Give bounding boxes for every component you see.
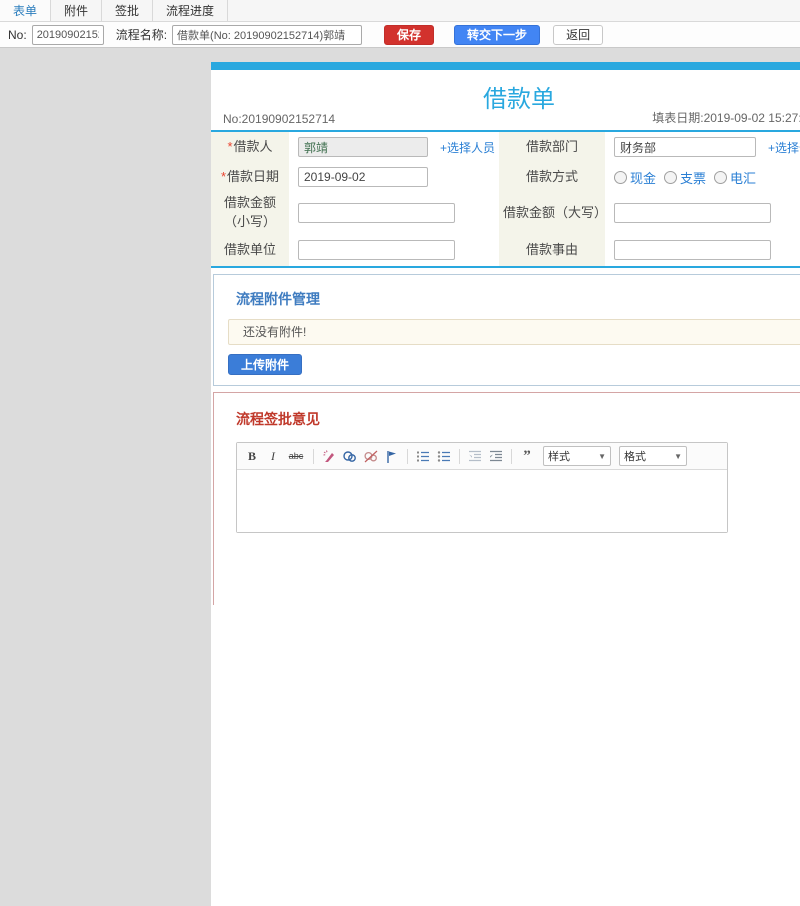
loan-unit-field xyxy=(289,234,499,266)
ordered-list-icon[interactable] xyxy=(415,448,431,464)
toolbar-separator xyxy=(313,448,314,464)
borrower-label: *借款人 xyxy=(211,132,289,162)
no-input[interactable] xyxy=(31,24,104,45)
signoff-heading: 流程签批意见 xyxy=(236,411,320,427)
tab-bar: 表单 附件 签批 流程进度 xyxy=(0,0,800,22)
tab-progress[interactable]: 流程进度 xyxy=(153,0,229,21)
amount-small-field xyxy=(289,192,499,234)
style-select-value: 样式 xyxy=(548,451,570,463)
doc-number: No:20190902152714 xyxy=(223,112,336,126)
select-person-link[interactable]: +选择人员 xyxy=(440,139,495,156)
amount-big-field xyxy=(605,192,800,234)
loan-reason-label: 借款事由 xyxy=(499,234,605,266)
loan-reason-field xyxy=(605,234,800,266)
required-mark: * xyxy=(227,138,233,154)
loan-date-label: *借款日期 xyxy=(211,162,289,192)
select-dept-link[interactable]: +选择部门 xyxy=(768,139,800,156)
method-label: 借款方式 xyxy=(499,162,605,192)
attachments-heading: 流程附件管理 xyxy=(236,291,320,307)
toolbar-separator xyxy=(511,448,512,464)
radio-cash-circle[interactable] xyxy=(614,170,627,184)
rich-text-editor: B I abc ” 样式 ▼ 格式 ▼ xyxy=(236,442,728,533)
action-toolbar: No: 流程名称: 保存 转交下一步 返回 xyxy=(0,22,800,48)
radio-wire-label: 电汇 xyxy=(730,170,757,186)
toolbar-separator xyxy=(407,448,408,464)
required-mark: * xyxy=(220,168,227,184)
signoff-section: 流程签批意见 B I abc ” 样式 ▼ 格式 ▼ xyxy=(213,392,800,605)
loan-date-input[interactable] xyxy=(298,167,428,187)
attachments-section: 流程附件管理 还没有附件! 上传附件 xyxy=(213,274,800,386)
editor-toolbar: B I abc ” 样式 ▼ 格式 ▼ xyxy=(237,443,727,470)
anchor-flag-icon[interactable] xyxy=(384,448,400,464)
amount-big-label: 借款金额（大写） xyxy=(499,192,607,234)
format-select-value: 格式 xyxy=(624,451,646,463)
tab-approval[interactable]: 签批 xyxy=(102,0,154,21)
bold-icon[interactable]: B xyxy=(244,448,260,464)
next-step-button[interactable]: 转交下一步 xyxy=(454,24,541,45)
tab-attachment[interactable]: 附件 xyxy=(51,0,103,21)
tab-form-label: 表单 xyxy=(13,4,38,18)
loan-unit-input[interactable] xyxy=(298,240,455,260)
flow-name-label: 流程名称: xyxy=(115,28,168,42)
radio-cash[interactable]: 现金 xyxy=(614,168,656,187)
loan-date-field xyxy=(289,162,499,192)
remove-format-icon[interactable] xyxy=(321,448,337,464)
back-button[interactable]: 返回 xyxy=(553,24,604,45)
loan-unit-label: 借款单位 xyxy=(211,234,289,266)
tab-form[interactable]: 表单 xyxy=(0,0,52,21)
style-select[interactable]: 样式 ▼ xyxy=(543,446,611,466)
loan-form-grid: *借款人 +选择人员 借款部门 +选择部门 *借款日期 借款方式 现金 支票 电… xyxy=(211,132,800,268)
method-field: 现金 支票 电汇 xyxy=(605,162,800,192)
dept-field: +选择部门 xyxy=(605,132,800,162)
save-button[interactable]: 保存 xyxy=(384,24,435,45)
no-attachments-alert: 还没有附件! xyxy=(228,319,800,345)
tab-attachment-label: 附件 xyxy=(64,4,89,18)
dept-input[interactable] xyxy=(614,137,756,157)
upload-attachment-button[interactable]: 上传附件 xyxy=(228,354,303,375)
toolbar-separator xyxy=(459,448,460,464)
radio-cheque-circle[interactable] xyxy=(664,170,678,184)
strikethrough-icon[interactable]: abc xyxy=(286,448,306,464)
amount-small-input[interactable] xyxy=(298,203,455,223)
form-title: 借款单 xyxy=(483,86,555,113)
dept-label: 借款部门 xyxy=(499,132,605,162)
fill-date: 填表日期:2019-09-02 15:27:14 xyxy=(652,111,800,125)
bullet-list-icon[interactable] xyxy=(436,448,452,464)
editor-content-area[interactable] xyxy=(237,470,727,532)
form-panel: 借款单 No:20190902152714 填表日期:2019-09-02 15… xyxy=(211,62,800,906)
radio-cash-label: 现金 xyxy=(630,170,657,186)
borrower-input[interactable] xyxy=(298,137,428,157)
no-label: No: xyxy=(8,27,27,42)
flow-name-input[interactable] xyxy=(172,24,363,45)
tab-approval-label: 签批 xyxy=(115,4,140,18)
indent-icon[interactable] xyxy=(488,448,504,464)
radio-wire[interactable]: 电汇 xyxy=(714,168,756,187)
borrower-field: +选择人员 xyxy=(289,132,499,162)
italic-icon[interactable]: I xyxy=(265,448,281,464)
radio-wire-circle[interactable] xyxy=(714,170,728,184)
outdent-icon[interactable] xyxy=(467,448,483,464)
tab-progress-label: 流程进度 xyxy=(166,4,215,18)
panel-accent-bar xyxy=(211,62,800,70)
unlink-icon[interactable] xyxy=(363,448,379,464)
blockquote-icon[interactable]: ” xyxy=(519,448,535,464)
amount-small-label: 借款金额（小写） xyxy=(211,192,289,234)
loan-reason-input[interactable] xyxy=(614,240,771,260)
format-select[interactable]: 格式 ▼ xyxy=(619,446,687,466)
radio-cheque[interactable]: 支票 xyxy=(664,168,706,187)
radio-cheque-label: 支票 xyxy=(680,170,707,186)
amount-big-input[interactable] xyxy=(614,203,771,223)
link-icon[interactable] xyxy=(342,448,358,464)
